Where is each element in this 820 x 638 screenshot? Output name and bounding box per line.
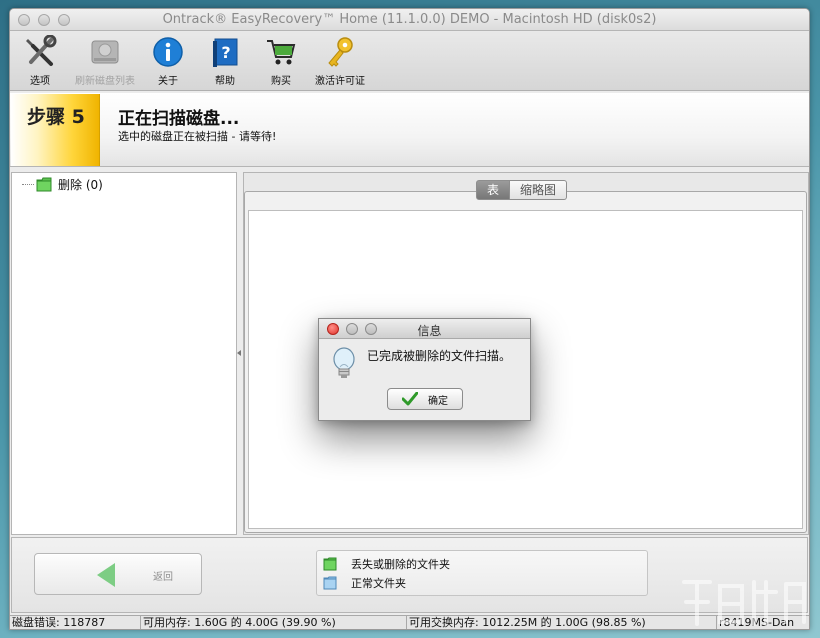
step-label: 步骤 5 [27, 106, 85, 128]
hard-drive-icon [91, 40, 119, 64]
step-heading: 正在扫描磁盘... [118, 109, 240, 129]
site-watermark-logo [682, 580, 806, 626]
checkmark-icon [402, 392, 418, 406]
toolbar-label: 关于 [158, 76, 178, 87]
title-bar: Ontrack® EasyRecovery™ Home (11.1.0.0) D… [10, 9, 809, 31]
help-book-icon: ? [213, 38, 238, 67]
status-disk-errors: 磁盘错误: 118787 [10, 616, 141, 629]
legend-item-lost-folder: 丢失或删除的文件夹 [323, 556, 450, 572]
toolbar-label: 购买 [271, 76, 291, 87]
back-button-label: 返回 [153, 572, 173, 583]
status-memory: 可用内存: 1.60G 的 4.00G (39.90 %) [141, 616, 407, 629]
window-title: Ontrack® EasyRecovery™ Home (11.1.0.0) D… [162, 12, 657, 27]
key-icon [328, 37, 353, 67]
dialog-message: 已完成被删除的文件扫描。 [367, 349, 512, 363]
status-swap: 可用交换内存: 1012.25M 的 1.00G (98.85 %) [407, 616, 717, 629]
ok-button-label: 确定 [428, 395, 448, 407]
folder-tree: 删除 (0) [11, 172, 237, 535]
step-banner: 步骤 5 正在扫描磁盘... 选中的磁盘正在被扫描 - 请等待! [10, 93, 809, 167]
ok-button[interactable]: 确定 [387, 388, 463, 410]
activate-license-button[interactable]: 激活许可证 [310, 35, 370, 87]
toolbar: 选项 刷新磁盘列表 关于 ? 帮助 购买 激活许可证 [10, 31, 809, 91]
about-button[interactable]: 关于 [150, 35, 186, 87]
dialog-title: 信息 [417, 324, 442, 338]
info-icon [153, 37, 183, 67]
legend-label: 正常文件夹 [351, 577, 406, 590]
blue-folder-icon [323, 576, 337, 590]
toolbar-label: 帮助 [215, 76, 235, 87]
options-button[interactable]: 选项 [20, 35, 60, 87]
view-tabs: 表 缩略图 [476, 180, 568, 200]
tools-icon [26, 35, 57, 66]
tree-item-label: 删除 (0) [58, 177, 103, 192]
tree-item-deleted[interactable]: 删除 (0) [22, 176, 103, 192]
shopping-cart-icon [267, 40, 296, 65]
buy-button[interactable]: 购买 [263, 35, 299, 87]
folder-legend: 丢失或删除的文件夹 正常文件夹 [316, 550, 648, 596]
step-subheading: 选中的磁盘正在被扫描 - 请等待! [118, 130, 277, 143]
info-dialog: 信息 已完成被删除的文件扫描。 确定 [318, 318, 531, 421]
refresh-disk-list-button[interactable]: 刷新磁盘列表 [70, 35, 140, 87]
tab-table[interactable]: 表 [476, 180, 511, 200]
lightbulb-icon [333, 347, 355, 378]
legend-label: 丢失或删除的文件夹 [351, 558, 450, 571]
dialog-title-bar: 信息 [319, 319, 530, 339]
back-button[interactable]: 返回 [34, 553, 202, 595]
help-button[interactable]: ? 帮助 [207, 35, 243, 87]
green-folder-icon [323, 557, 337, 571]
toolbar-label: 激活许可证 [315, 76, 365, 87]
green-folder-icon [36, 177, 52, 191]
toolbar-label: 选项 [30, 76, 50, 87]
splitter-grip-icon [237, 350, 241, 356]
back-arrow-icon [97, 563, 115, 587]
tab-thumbnails[interactable]: 缩略图 [510, 180, 568, 200]
svg-text:?: ? [221, 43, 230, 62]
step-indicator: 步骤 5 [11, 94, 100, 166]
tree-connector [22, 183, 34, 185]
toolbar-label: 刷新磁盘列表 [75, 76, 135, 87]
legend-item-normal-folder: 正常文件夹 [323, 575, 406, 591]
